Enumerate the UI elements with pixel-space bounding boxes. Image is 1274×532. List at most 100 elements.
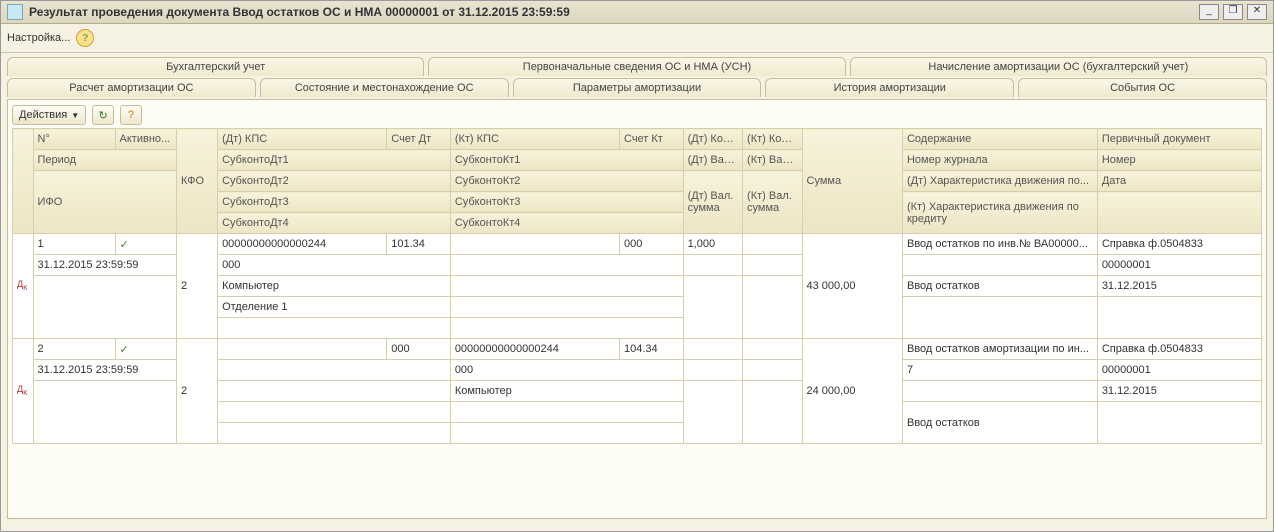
col-sod[interactable]: Содержание bbox=[902, 129, 1097, 150]
actions-menu-button[interactable]: Действия ▼ bbox=[12, 105, 86, 125]
cell[interactable] bbox=[683, 339, 742, 360]
col-dt-val[interactable]: (Дт) Валю... bbox=[683, 150, 742, 171]
cell[interactable] bbox=[683, 255, 742, 276]
tab-depr-params[interactable]: Параметры амортизации bbox=[513, 78, 762, 97]
table-row[interactable]: ДК1✓200000000000000244101.340001,00043 0… bbox=[13, 234, 1262, 255]
cell[interactable] bbox=[218, 423, 451, 444]
cell[interactable]: Ввод остатков bbox=[902, 402, 1097, 444]
close-button[interactable]: ✕ bbox=[1247, 4, 1267, 20]
cell[interactable]: 101.34 bbox=[387, 234, 451, 255]
cell[interactable] bbox=[902, 381, 1097, 402]
cell[interactable]: 104.34 bbox=[620, 339, 684, 360]
cell[interactable] bbox=[218, 360, 451, 381]
col-num[interactable]: N° bbox=[33, 129, 115, 150]
col-sch-dt[interactable]: Счет Дт bbox=[387, 129, 451, 150]
col-kt-val[interactable]: (Кт) Валю... bbox=[743, 150, 802, 171]
cell[interactable] bbox=[450, 234, 619, 255]
cell[interactable]: Ввод остатков bbox=[902, 276, 1097, 297]
col-sub-dt3[interactable]: СубконтоДт3 bbox=[218, 192, 451, 213]
cell[interactable] bbox=[683, 360, 742, 381]
tab-depr-calc[interactable]: Расчет амортизации ОС bbox=[7, 78, 256, 97]
cell[interactable] bbox=[683, 381, 742, 444]
col-zhurnal[interactable]: Номер журнала bbox=[902, 150, 1097, 171]
cell[interactable] bbox=[743, 360, 802, 381]
cell[interactable] bbox=[218, 318, 451, 339]
col-har-dt[interactable]: (Дт) Характеристика движения по... bbox=[902, 171, 1097, 192]
cell[interactable]: 00000000000000244 bbox=[450, 339, 619, 360]
cell[interactable] bbox=[33, 276, 177, 339]
cell[interactable]: 000 bbox=[218, 255, 451, 276]
col-doc[interactable]: Первичный документ bbox=[1097, 129, 1261, 150]
cell[interactable]: Ввод остатков амортизации по ин... bbox=[902, 339, 1097, 360]
cell[interactable] bbox=[218, 381, 451, 402]
cell[interactable] bbox=[450, 297, 683, 318]
cell[interactable]: 00000000000000244 bbox=[218, 234, 387, 255]
refresh-button[interactable]: ↻ bbox=[92, 105, 114, 125]
cell[interactable]: Компьютер bbox=[218, 276, 451, 297]
col-dt-vals[interactable]: (Дт) Вал. сумма bbox=[683, 171, 742, 234]
col-kt-kol[interactable]: (Кт) Коли... bbox=[743, 129, 802, 150]
cell[interactable]: 31.12.2015 bbox=[1097, 276, 1261, 297]
col-kt-kps[interactable]: (Кт) КПС bbox=[450, 129, 619, 150]
col-sub-kt3[interactable]: СубконтоКт3 bbox=[450, 192, 683, 213]
cell[interactable] bbox=[683, 276, 742, 339]
cell[interactable]: Компьютер bbox=[450, 381, 683, 402]
tab-initial-info[interactable]: Первоначальные сведения ОС и НМА (УСН) bbox=[428, 57, 845, 76]
col-dt-kol[interactable]: (Дт) Коли... bbox=[683, 129, 742, 150]
tab-depr-history[interactable]: История амортизации bbox=[765, 78, 1014, 97]
col-sub-kt1[interactable]: СубконтоКт1 bbox=[450, 150, 683, 171]
col-sub-kt4[interactable]: СубконтоКт4 bbox=[450, 213, 683, 234]
cell[interactable]: 31.12.2015 23:59:59 bbox=[33, 255, 177, 276]
col-ifo[interactable]: ИФО bbox=[33, 171, 177, 234]
cell[interactable] bbox=[902, 297, 1097, 339]
cell[interactable] bbox=[743, 339, 802, 360]
cell[interactable]: ✓ bbox=[115, 234, 177, 255]
cell[interactable]: 2 bbox=[33, 339, 115, 360]
cell[interactable]: 7 bbox=[902, 360, 1097, 381]
cell[interactable]: 31.12.2015 bbox=[1097, 381, 1261, 402]
cell[interactable]: 000 bbox=[620, 234, 684, 255]
maximize-button[interactable]: ❐ bbox=[1223, 4, 1243, 20]
table-row[interactable]: ДК2✓200000000000000000244104.3424 000,00… bbox=[13, 339, 1262, 360]
cell[interactable]: Ввод остатков по инв.№ ВА00000... bbox=[902, 234, 1097, 255]
tab-accounting[interactable]: Бухгалтерский учет bbox=[7, 57, 424, 76]
col-period[interactable]: Период bbox=[33, 150, 177, 171]
tab-events[interactable]: События ОС bbox=[1018, 78, 1267, 97]
col-sub-dt1[interactable]: СубконтоДт1 bbox=[218, 150, 451, 171]
postings-table[interactable]: N° Активно... КФО (Дт) КПС Счет Дт (Кт) … bbox=[12, 128, 1262, 444]
cell[interactable]: Отделение 1 bbox=[218, 297, 451, 318]
cell[interactable] bbox=[1097, 402, 1261, 444]
col-data[interactable]: Дата bbox=[1097, 171, 1261, 192]
tab-depreciation[interactable]: Начисление амортизации ОС (бухгалтерский… bbox=[850, 57, 1267, 76]
settings-link[interactable]: Настройка... bbox=[7, 32, 70, 44]
tab-state-location[interactable]: Состояние и местонахождение ОС bbox=[260, 78, 509, 97]
cell[interactable] bbox=[743, 276, 802, 339]
cell[interactable]: 24 000,00 bbox=[802, 339, 902, 444]
cell[interactable]: 1 bbox=[33, 234, 115, 255]
cell[interactable] bbox=[218, 402, 451, 423]
cell[interactable] bbox=[743, 234, 802, 255]
cell[interactable] bbox=[33, 381, 177, 444]
col-kfo[interactable]: КФО bbox=[177, 129, 218, 234]
cell[interactable]: 00000001 bbox=[1097, 360, 1261, 381]
cell[interactable]: 000 bbox=[387, 339, 451, 360]
col-dt-kps[interactable]: (Дт) КПС bbox=[218, 129, 387, 150]
cell[interactable]: 31.12.2015 23:59:59 bbox=[33, 360, 177, 381]
help-button[interactable]: ? bbox=[120, 105, 142, 125]
cell[interactable]: Справка ф.0504833 bbox=[1097, 234, 1261, 255]
col-active[interactable]: Активно... bbox=[115, 129, 177, 150]
col-sum[interactable]: Сумма bbox=[802, 129, 902, 234]
col-nomer[interactable]: Номер bbox=[1097, 150, 1261, 171]
cell[interactable] bbox=[743, 255, 802, 276]
cell[interactable]: 2 bbox=[177, 234, 218, 339]
cell[interactable] bbox=[450, 423, 683, 444]
col-sub-dt2[interactable]: СубконтоДт2 bbox=[218, 171, 451, 192]
cell[interactable] bbox=[450, 276, 683, 297]
col-har-kt[interactable]: (Кт) Характеристика движения по кредиту bbox=[902, 192, 1097, 234]
minimize-button[interactable]: _ bbox=[1199, 4, 1219, 20]
cell[interactable] bbox=[1097, 297, 1261, 339]
col-kt-vals[interactable]: (Кт) Вал. сумма bbox=[743, 171, 802, 234]
cell[interactable] bbox=[218, 339, 387, 360]
cell[interactable] bbox=[450, 402, 683, 423]
cell[interactable] bbox=[743, 381, 802, 444]
